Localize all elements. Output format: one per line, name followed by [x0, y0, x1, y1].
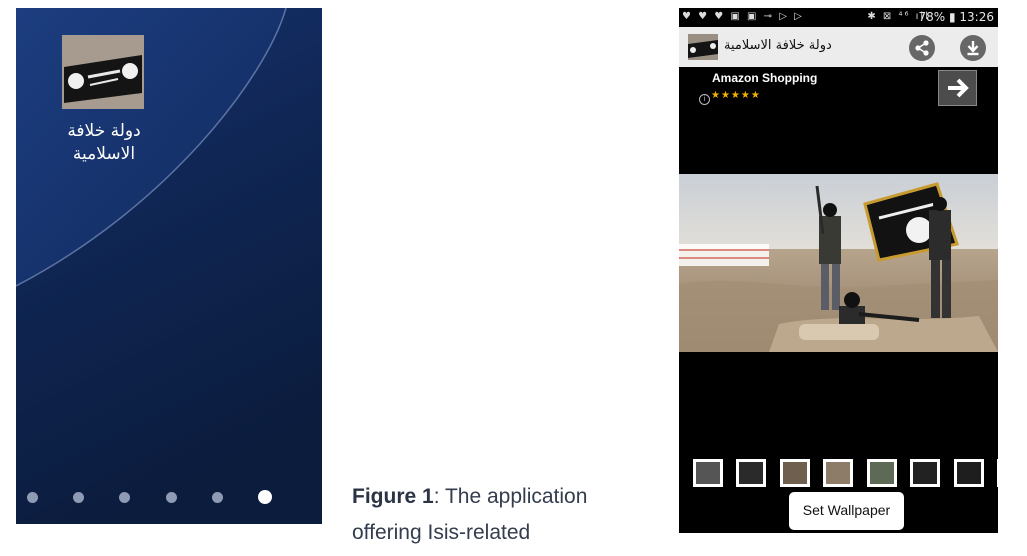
- clock: 13:26: [959, 10, 994, 24]
- page-indicator[interactable]: [16, 490, 322, 506]
- page-dot-active[interactable]: [258, 490, 272, 504]
- share-button[interactable]: [909, 35, 935, 61]
- thumbnail-strip[interactable]: [679, 459, 998, 489]
- page-dot[interactable]: [27, 492, 38, 503]
- app-screen: ♥ ♥ ♥ ▣ ▣ ⊸ ▷ ▷ ✱ ⊠ ⁴⁶ ıll 78% ▮ 13:26 د…: [679, 8, 998, 533]
- arrow-right-icon: [948, 78, 969, 98]
- thumbnail[interactable]: [780, 459, 810, 487]
- page-dot[interactable]: [119, 492, 130, 503]
- thumbnail[interactable]: [867, 459, 897, 487]
- app-label: دولة خلافة الاسلامية: [67, 121, 141, 164]
- status-bar: ♥ ♥ ♥ ▣ ▣ ⊸ ▷ ▷ ✱ ⊠ ⁴⁶ ıll 78% ▮ 13:26: [679, 8, 998, 27]
- ad-info-icon[interactable]: i: [699, 94, 710, 105]
- thumbnail[interactable]: [954, 459, 984, 487]
- app-icon[interactable]: [62, 35, 144, 109]
- thumbnail[interactable]: [997, 459, 998, 487]
- caption-line1: : The application: [433, 485, 588, 508]
- thumbnail[interactable]: [736, 459, 766, 487]
- status-right: 78% ▮ 13:26: [918, 10, 994, 24]
- ad-rating-stars: ★★★★★: [711, 90, 761, 101]
- thumbnail[interactable]: [910, 459, 940, 487]
- page-dot[interactable]: [166, 492, 177, 503]
- set-wallpaper-button[interactable]: Set Wallpaper: [789, 492, 904, 530]
- app-toolbar: دولة خلافة الاسلامية: [679, 27, 998, 67]
- caption-line2: offering Isis-related: [352, 521, 531, 544]
- ad-banner[interactable]: Amazon Shopping i ★★★★★: [679, 67, 998, 127]
- page-dot[interactable]: [73, 492, 84, 503]
- wallpaper-preview[interactable]: [679, 174, 998, 352]
- page-dot[interactable]: [212, 492, 223, 503]
- app-title: دولة خلافة الاسلامية: [724, 38, 832, 53]
- download-button[interactable]: [960, 35, 986, 61]
- figure-caption: Figure 1: The application offering Isis-…: [352, 479, 652, 551]
- battery-level: 78%: [918, 10, 946, 24]
- ad-open-button[interactable]: [938, 70, 977, 106]
- app-logo: [688, 34, 718, 60]
- ad-title[interactable]: Amazon Shopping: [712, 71, 817, 85]
- notification-icons: ♥ ♥ ♥ ▣ ▣ ⊸ ▷ ▷: [682, 11, 804, 22]
- download-icon: [967, 41, 979, 56]
- thumbnail[interactable]: [823, 459, 853, 487]
- share-icon: [915, 40, 929, 56]
- thumbnail[interactable]: [693, 459, 723, 487]
- set-wallpaper-label: Set Wallpaper: [802, 502, 891, 518]
- figure-label: Figure 1: [352, 485, 434, 508]
- home-screen: دولة خلافة الاسلامية: [16, 8, 322, 524]
- battery-icon: ▮: [948, 10, 956, 24]
